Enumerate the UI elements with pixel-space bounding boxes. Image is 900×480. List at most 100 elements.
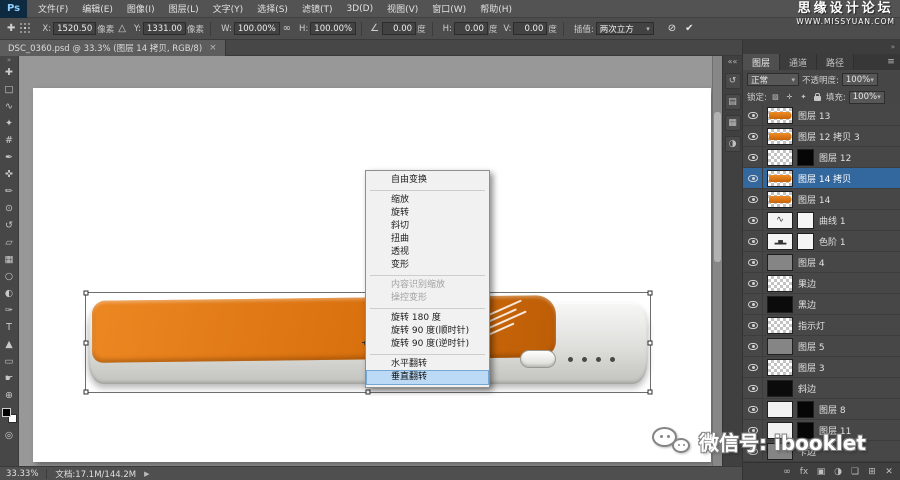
eraser-tool[interactable]: ▱ [1,234,18,251]
visibility-toggle[interactable] [743,189,763,209]
layer-mask-thumbnail[interactable] [797,233,814,250]
图层 5[interactable]: 图层 5 [743,336,900,357]
menu-item[interactable]: 图像(I) [120,0,162,17]
vskew-input[interactable]: 0.00 [513,22,547,35]
layer-name[interactable]: 色阶 1 [819,235,846,248]
context-menu-item[interactable]: 旋转 [367,207,488,220]
visibility-toggle[interactable] [743,315,763,335]
vertical-scrollbar[interactable] [712,56,722,466]
layer-thumbnail[interactable] [767,149,793,166]
斜边[interactable]: 斜边 [743,378,900,399]
clone-stamp-tool[interactable]: ⊙ [1,200,18,217]
zoom-tool[interactable]: ⊕ [1,387,18,404]
layer-name[interactable]: 图层 8 [819,403,846,416]
panel-tab[interactable]: 图层 [743,54,780,70]
layer-name[interactable]: 指示灯 [798,319,825,332]
lasso-tool[interactable]: ∿ [1,98,18,115]
transform-handle[interactable] [84,291,89,296]
menu-item[interactable]: 图层(L) [162,0,206,17]
panel-tab[interactable]: 通道 [780,54,817,70]
x-input[interactable]: 1520.50 [53,22,96,35]
色阶 1[interactable]: 色阶 1 [743,231,900,252]
zoom-level[interactable]: 33.33% [6,469,38,479]
context-menu-item[interactable]: 透视 [367,246,488,259]
panel-menu-icon[interactable]: ≡ [882,54,900,70]
blend-mode-select[interactable]: 正常 ▾ [747,73,799,86]
relative-position-icon[interactable]: △ [118,23,126,34]
transform-handle[interactable] [366,390,371,395]
lock-position-icon[interactable]: ✦ [798,92,809,103]
color-swatches[interactable] [2,408,17,423]
图层 12[interactable]: 图层 12 [743,147,900,168]
visibility-toggle[interactable] [743,168,763,188]
history-brush-tool[interactable]: ↺ [1,217,18,234]
menu-item[interactable]: 滤镜(T) [295,0,340,17]
lock-pixels-icon[interactable]: ✛ [784,92,795,103]
context-menu-item[interactable]: 垂直翻转 [367,371,488,384]
visibility-toggle[interactable] [743,378,763,398]
context-menu-item[interactable]: 变形 [367,259,488,272]
history-panel-icon[interactable]: ↺ [725,73,741,89]
layer-thumbnail[interactable] [767,296,793,313]
toolbar-collapse-icon[interactable]: » [7,56,11,64]
panel-tab[interactable]: 路径 [817,54,854,70]
layer-thumbnail[interactable] [767,191,793,208]
menu-item[interactable]: 文字(Y) [206,0,251,17]
visibility-toggle[interactable] [743,105,763,125]
layer-name[interactable]: 黑边 [798,298,816,311]
brush-tool[interactable]: ✏ [1,183,18,200]
visibility-toggle[interactable] [743,147,763,167]
图层 14 拷贝[interactable]: 图层 14 拷贝 [743,168,900,189]
layer-mask-thumbnail[interactable] [797,212,814,229]
blur-tool[interactable]: ○ [1,268,18,285]
visibility-toggle[interactable] [743,210,763,230]
layer-name[interactable]: 图层 3 [798,361,825,374]
cancel-transform-button[interactable]: ⊘ [668,23,676,34]
layer-thumbnail[interactable] [767,254,793,271]
commit-transform-button[interactable]: ✔ [685,23,693,34]
visibility-toggle[interactable] [743,126,763,146]
move-tool[interactable]: ✚ [1,64,18,81]
context-menu-item[interactable]: 水平翻转 [367,358,488,371]
layer-name[interactable]: 图层 12 拷贝 3 [798,130,860,143]
黑边[interactable]: 黑边 [743,294,900,315]
context-menu-item[interactable]: 斜切 [367,220,488,233]
visibility-toggle[interactable] [743,357,763,377]
context-menu-item[interactable]: 旋转 90 度(逆时针) [367,338,488,351]
expand-panels-icon[interactable]: «« [728,56,738,68]
layer-style-icon[interactable]: fx [799,467,809,477]
transform-handle[interactable] [648,291,653,296]
layer-thumbnail[interactable] [767,170,793,187]
status-options-icon[interactable]: ▶ [144,470,149,478]
transform-handle[interactable] [648,390,653,395]
adjustment-layer-icon[interactable]: ◑ [833,467,843,477]
layer-name[interactable]: 图层 13 [798,109,830,122]
transform-handle[interactable] [648,340,653,345]
context-menu-item[interactable]: 缩放 [367,194,488,207]
menu-item[interactable]: 帮助(H) [473,0,519,17]
layer-thumbnail[interactable] [767,275,793,292]
context-menu-item[interactable]: 旋转 180 度 [367,312,488,325]
visibility-toggle[interactable] [743,399,763,419]
图层 13[interactable]: 图层 13 [743,105,900,126]
context-menu-item[interactable]: 内容识别缩放 [367,279,488,292]
图层 4[interactable]: 图层 4 [743,252,900,273]
visibility-toggle[interactable] [743,252,763,272]
layer-mask-thumbnail[interactable] [797,401,814,418]
pen-tool[interactable]: ✑ [1,302,18,319]
path-selection-tool[interactable]: ▲ [1,336,18,353]
指示灯[interactable]: 指示灯 [743,315,900,336]
opacity-input[interactable]: 100% ▾ [842,73,878,86]
menu-item[interactable]: 视图(V) [380,0,425,17]
link-layers-icon[interactable]: ∞ [782,467,792,477]
layer-name[interactable]: 斜边 [798,382,816,395]
layer-thumbnail[interactable] [767,338,793,355]
layer-thumbnail[interactable] [767,107,793,124]
visibility-toggle[interactable] [743,336,763,356]
transform-handle[interactable] [84,390,89,395]
shape-tool[interactable]: ▭ [1,353,18,370]
crop-tool[interactable]: # [1,132,18,149]
quick-mask-button[interactable]: ◎ [1,427,18,444]
context-menu-item[interactable]: 旋转 90 度(顺时针) [367,325,488,338]
visibility-toggle[interactable] [743,231,763,251]
